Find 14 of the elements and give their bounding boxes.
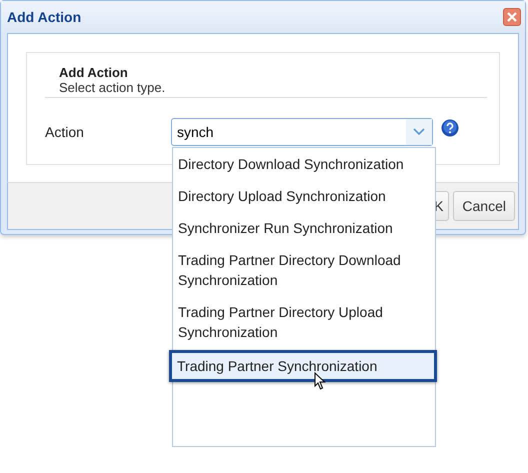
field-label: Action bbox=[45, 124, 85, 140]
window-title: Add Action bbox=[7, 9, 82, 25]
panel-heading: Add Action bbox=[59, 65, 129, 80]
dropdown-option[interactable]: Trading Partner Directory Upload Synchronization bbox=[173, 296, 435, 348]
help-icon[interactable] bbox=[441, 119, 459, 137]
dropdown-option[interactable]: Directory Download Synchronization bbox=[173, 148, 435, 180]
panel-subtitle: Select action type. bbox=[59, 80, 166, 95]
dropdown-option[interactable]: Synchronizer Run Synchronization bbox=[173, 212, 435, 244]
cancel-button[interactable]: Cancel bbox=[453, 191, 515, 221]
chevron-icon bbox=[413, 128, 425, 136]
dropdown-option[interactable]: Trading Partner Directory Download Synchronization bbox=[173, 244, 435, 296]
mouse-cursor-icon bbox=[314, 372, 326, 390]
dropdown-option[interactable]: Directory Upload Synchronization bbox=[173, 180, 435, 212]
close-icon[interactable] bbox=[503, 8, 521, 26]
